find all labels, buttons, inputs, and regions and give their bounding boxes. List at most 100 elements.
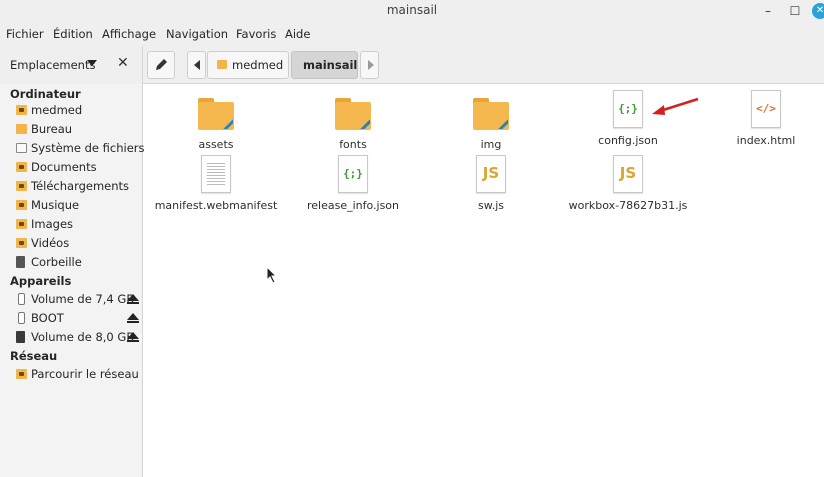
- sidebar-item-videos[interactable]: Vidéos: [16, 235, 143, 253]
- sidebar: Ordinateur medmed Bureau Système de fich…: [0, 84, 145, 477]
- js-file-icon: JS: [613, 155, 643, 193]
- file-glyph: {;}: [343, 167, 363, 180]
- sidebar-item-label: Documents: [31, 160, 97, 174]
- eject-icon[interactable]: [127, 294, 139, 306]
- file-glyph: </>: [756, 102, 776, 115]
- window-title: mainsail: [386, 3, 438, 17]
- file-item-fonts[interactable]: fonts: [288, 94, 418, 156]
- folder-icon: [473, 98, 509, 130]
- dropdown-arrow-icon[interactable]: [87, 60, 97, 66]
- sidebar-item-label: BOOT: [31, 311, 64, 325]
- sidebar-item-label: medmed: [31, 103, 83, 117]
- home-folder-icon: [16, 105, 27, 115]
- menu-bar: Fichier Édition Affichage Navigation Fav…: [0, 22, 824, 46]
- videos-folder-icon: [16, 238, 27, 248]
- close-button[interactable]: ✕: [812, 3, 824, 19]
- sidebar-item-label: Téléchargements: [31, 179, 130, 193]
- sidebar-section-appareils: Appareils: [10, 274, 72, 288]
- forward-button[interactable]: [360, 51, 379, 79]
- folder-icon: [198, 98, 234, 130]
- sidebar-item-label: Parcourir le réseau: [31, 367, 139, 381]
- sidebar-item-label: Corbeille: [31, 255, 82, 269]
- file-item-assets[interactable]: assets: [151, 94, 281, 156]
- sidebar-item-filesystem[interactable]: Système de fichiers: [16, 140, 145, 158]
- file-name: manifest.webmanifest: [154, 199, 278, 212]
- sidebar-item-volume-7-4[interactable]: Volume de 7,4 GB: [16, 291, 143, 309]
- documents-folder-icon: [16, 162, 27, 172]
- places-selector[interactable]: Emplacements ✕: [0, 46, 143, 84]
- menu-aide[interactable]: Aide: [285, 27, 310, 41]
- maximize-button[interactable]: ☐: [787, 3, 803, 19]
- trash-icon: [16, 256, 25, 268]
- sidebar-item-medmed[interactable]: medmed: [16, 102, 143, 120]
- menu-edition[interactable]: Édition: [53, 27, 93, 41]
- sidebar-item-network[interactable]: Parcourir le réseau: [16, 366, 143, 384]
- breadcrumb-label: medmed: [232, 58, 284, 72]
- minimize-button[interactable]: –: [760, 3, 776, 19]
- chevron-right-icon: [368, 60, 374, 70]
- sidebar-item-label: Vidéos: [31, 236, 70, 250]
- file-name: workbox-78627b31.js: [568, 199, 688, 212]
- close-sidebar-icon[interactable]: ✕: [117, 55, 129, 71]
- file-view[interactable]: assets fonts img {;} config.json </> ind…: [144, 84, 824, 477]
- menu-favoris[interactable]: Favoris: [236, 27, 276, 41]
- sidebar-item-music[interactable]: Musique: [16, 197, 143, 215]
- json-file-icon: {;}: [613, 90, 643, 128]
- sidebar-item-label: Système de fichiers: [31, 141, 145, 155]
- file-glyph: JS: [619, 164, 637, 182]
- sidebar-item-trash[interactable]: Corbeille: [16, 254, 143, 272]
- menu-affichage[interactable]: Affichage: [102, 27, 156, 41]
- mouse-cursor-icon: [266, 266, 278, 284]
- breadcrumb-medmed[interactable]: medmed: [207, 51, 289, 79]
- menu-navigation[interactable]: Navigation: [166, 27, 228, 41]
- breadcrumb-label: mainsail: [303, 58, 358, 72]
- file-item-sw-js[interactable]: JS sw.js: [426, 155, 556, 217]
- file-item-manifest[interactable]: manifest.webmanifest: [151, 155, 281, 217]
- sidebar-section-reseau: Réseau: [10, 349, 58, 363]
- sd-card-icon: [16, 331, 25, 343]
- usb-drive-icon: [18, 312, 25, 324]
- file-name: img: [480, 138, 502, 151]
- back-button[interactable]: [187, 51, 206, 79]
- text-file-icon: [201, 155, 231, 193]
- sidebar-item-label: Images: [31, 217, 74, 231]
- eject-icon[interactable]: [127, 313, 139, 325]
- file-glyph: {;}: [618, 102, 638, 115]
- file-name: sw.js: [477, 199, 504, 212]
- sidebar-item-label: Bureau: [31, 122, 73, 136]
- file-name: fonts: [339, 138, 367, 151]
- usb-drive-icon: [18, 293, 25, 305]
- eject-icon[interactable]: [127, 332, 139, 344]
- downloads-folder-icon: [16, 181, 27, 191]
- file-glyph: JS: [482, 164, 500, 182]
- sidebar-item-boot[interactable]: BOOT: [16, 310, 143, 328]
- pencil-icon: [156, 59, 167, 70]
- sidebar-item-documents[interactable]: Documents: [16, 159, 143, 177]
- sidebar-item-label: Musique: [31, 198, 80, 212]
- file-item-workbox-js[interactable]: JS workbox-78627b31.js: [563, 155, 693, 217]
- annotation-arrow: [652, 97, 699, 115]
- file-name: assets: [198, 138, 234, 151]
- drive-icon: [16, 143, 27, 153]
- pictures-folder-icon: [16, 219, 27, 229]
- sidebar-item-label: Volume de 8,0 GB: [31, 330, 135, 344]
- sidebar-item-downloads[interactable]: Téléchargements: [16, 178, 143, 196]
- chevron-left-icon: [194, 60, 200, 70]
- sidebar-item-bureau[interactable]: Bureau: [16, 121, 143, 139]
- file-name: index.html: [736, 134, 796, 147]
- edit-location-button[interactable]: [147, 51, 175, 79]
- network-folder-icon: [16, 369, 27, 379]
- sidebar-item-volume-8-0[interactable]: Volume de 8,0 GB: [16, 329, 143, 347]
- sidebar-section-ordinateur: Ordinateur: [10, 87, 81, 101]
- sidebar-item-images[interactable]: Images: [16, 216, 143, 234]
- file-item-index-html[interactable]: </> index.html: [701, 90, 824, 152]
- file-item-img[interactable]: img: [426, 94, 556, 156]
- js-file-icon: JS: [476, 155, 506, 193]
- title-bar: mainsail – ☐ ✕: [0, 0, 824, 22]
- menu-fichier[interactable]: Fichier: [6, 27, 44, 41]
- desktop-folder-icon: [16, 124, 27, 134]
- file-item-release-info-json[interactable]: {;} release_info.json: [288, 155, 418, 217]
- breadcrumb-mainsail[interactable]: mainsail: [291, 51, 358, 79]
- home-folder-icon: [217, 60, 227, 69]
- music-folder-icon: [16, 200, 27, 210]
